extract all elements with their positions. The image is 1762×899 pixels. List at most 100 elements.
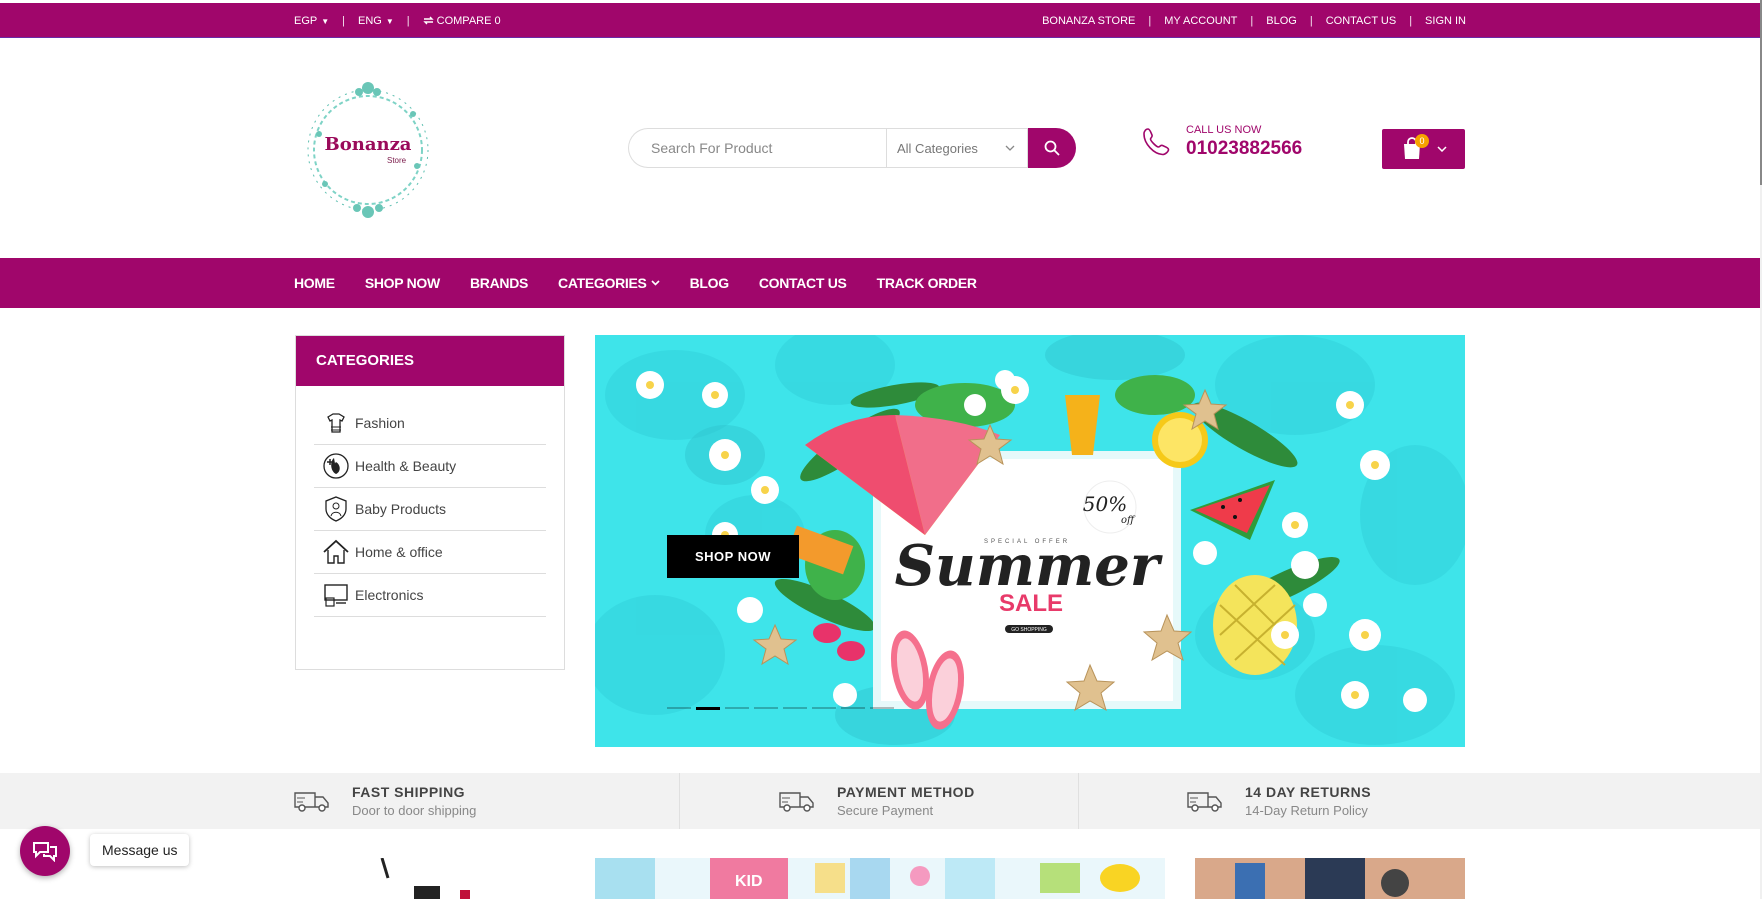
shop-now-button[interactable]: SHOP NOW <box>667 535 799 578</box>
call-us: CALL US NOW 01023882566 <box>1140 124 1302 160</box>
search-icon <box>1044 140 1060 156</box>
nav-categories[interactable]: CATEGORIES <box>558 275 660 291</box>
slider-dot[interactable] <box>725 707 749 709</box>
divider: | <box>1309 14 1313 27</box>
search-input[interactable] <box>628 128 886 168</box>
home-office-icon <box>323 539 349 564</box>
divider <box>679 773 680 829</box>
slider-dot[interactable] <box>870 707 894 709</box>
category-item-health-beauty[interactable]: Health & Beauty <box>314 445 546 488</box>
promo-tile-beauty[interactable] <box>370 858 520 899</box>
office-items-image <box>1235 858 1409 899</box>
category-label: Fashion <box>355 415 405 431</box>
category-item-baby-products[interactable]: Baby Products <box>314 488 546 531</box>
baby-items-image: KID <box>595 858 1140 899</box>
slider-dot[interactable] <box>667 707 691 709</box>
electronics-icon <box>324 584 348 607</box>
compare-icon <box>422 16 434 24</box>
category-item-electronics[interactable]: Electronics <box>314 574 546 617</box>
nav-home[interactable]: HOME <box>294 275 335 291</box>
nav-blog[interactable]: BLOG <box>690 275 730 291</box>
main-nav: HOME SHOP NOW BRANDS CATEGORIES BLOG CON… <box>0 258 1760 308</box>
divider: | <box>1409 14 1413 27</box>
divider: | <box>342 14 346 27</box>
divider <box>1078 773 1079 829</box>
category-label: Home & office <box>355 544 443 560</box>
slider-dots <box>667 707 894 710</box>
feature-title: FAST SHIPPING <box>352 784 466 800</box>
feature-subtitle: Door to door shipping <box>352 803 477 818</box>
banner-art-discount: 50% <box>1083 492 1127 516</box>
delivery-truck-icon <box>294 792 329 812</box>
categories-panel: CATEGORIES Fashion Health & Beauty Baby … <box>295 335 565 670</box>
page: EGP ▼ | ENG ▼ | COMPARE 0 BONANZA STORE | … <box>0 0 1762 899</box>
banner-art-off: off <box>1121 515 1136 526</box>
call-us-label: CALL US NOW <box>1186 124 1262 136</box>
message-us-button[interactable] <box>20 826 70 876</box>
top-bar-left: EGP ▼ | ENG ▼ | COMPARE 0 <box>294 15 501 27</box>
feature-fast-shipping: FAST SHIPPING Door to door shipping <box>294 773 476 829</box>
cart-button[interactable]: 0 <box>1382 129 1465 169</box>
currency-selector[interactable]: EGP ▼ <box>294 15 329 27</box>
top-link-contact[interactable]: CONTACT US <box>1326 15 1397 27</box>
top-link-blog[interactable]: BLOG <box>1266 15 1297 27</box>
hero-banner[interactable]: SPECIAL OFFER Summer SALE GO SHOPPING 50… <box>595 335 1465 747</box>
nav-categories-label: CATEGORIES <box>558 275 647 291</box>
caret-down-icon: ▼ <box>321 16 330 26</box>
category-item-fashion[interactable]: Fashion <box>314 402 546 445</box>
compare-link[interactable]: COMPARE 0 <box>422 15 501 27</box>
promo-tile-office[interactable] <box>1195 858 1465 899</box>
category-label: Baby Products <box>355 501 447 517</box>
chevron-down-icon <box>651 280 660 286</box>
slider-dot[interactable] <box>783 707 807 709</box>
chevron-down-icon <box>1005 145 1015 151</box>
top-link-signin[interactable]: SIGN IN <box>1425 15 1466 27</box>
logo-name: Bonanza <box>324 134 412 155</box>
features-strip: FAST SHIPPING Door to door shipping PAYME… <box>0 773 1760 829</box>
nav-track-order[interactable]: TRACK ORDER <box>877 275 977 291</box>
currency-label: EGP <box>294 14 318 27</box>
caret-down-icon: ▼ <box>385 16 394 26</box>
feature-14-day-returns: 14 DAY RETURNS 14-Day Return Policy <box>1187 773 1371 829</box>
divider: | <box>406 14 410 27</box>
phone-number[interactable]: 01023882566 <box>1186 138 1302 160</box>
delivery-truck-icon <box>779 792 814 812</box>
promo-tile-baby[interactable]: KID <box>595 858 1165 899</box>
cart-count-badge: 0 <box>1415 134 1429 148</box>
top-link-account[interactable]: MY ACCOUNT <box>1164 15 1237 27</box>
category-item-home-office[interactable]: Home & office <box>314 531 546 574</box>
slider-dot[interactable] <box>841 707 865 709</box>
chat-bubbles-icon <box>33 842 57 862</box>
header: Bonanza Store All Categories CALL US NOW… <box>0 38 1760 258</box>
top-bar-right: BONANZA STORE | MY ACCOUNT | BLOG | CONT… <box>1042 15 1466 27</box>
banner-art-sale: SALE <box>999 590 1063 617</box>
nav-shop-now[interactable]: SHOP NOW <box>365 275 440 291</box>
language-selector[interactable]: ENG ▼ <box>358 15 394 27</box>
feature-payment-method: PAYMENT METHOD Secure Payment <box>779 773 975 829</box>
search-button[interactable] <box>1028 128 1076 168</box>
category-select[interactable]: All Categories <box>886 128 1028 168</box>
slider-dot[interactable] <box>812 707 836 709</box>
chevron-down-icon <box>1436 146 1447 152</box>
health-beauty-icon <box>323 453 349 479</box>
slider-dot[interactable] <box>754 707 778 709</box>
banner-art-go-shopping: GO SHOPPING <box>1011 627 1047 633</box>
promo-kid-tag: KID <box>735 873 763 890</box>
delivery-truck-icon <box>1187 792 1222 812</box>
divider: | <box>1148 14 1152 27</box>
logo-sub: Store <box>387 156 407 165</box>
message-us-label[interactable]: Message us <box>90 834 190 866</box>
nav-brands[interactable]: BRANDS <box>470 275 528 291</box>
feature-subtitle: Secure Payment <box>837 803 934 818</box>
top-bar: EGP ▼ | ENG ▼ | COMPARE 0 BONANZA STORE | … <box>0 3 1760 38</box>
language-label: ENG <box>358 14 382 27</box>
store-logo[interactable]: Bonanza Store <box>305 74 431 226</box>
top-link-store[interactable]: BONANZA STORE <box>1042 15 1135 27</box>
fashion-icon <box>327 413 345 433</box>
feature-title: 14 DAY RETURNS <box>1245 784 1372 800</box>
slider-dot[interactable] <box>696 707 720 710</box>
nav-contact-us[interactable]: CONTACT US <box>759 275 847 291</box>
search-bar: All Categories <box>628 128 1076 168</box>
feature-title: PAYMENT METHOD <box>837 784 975 800</box>
category-label: Electronics <box>355 587 424 603</box>
